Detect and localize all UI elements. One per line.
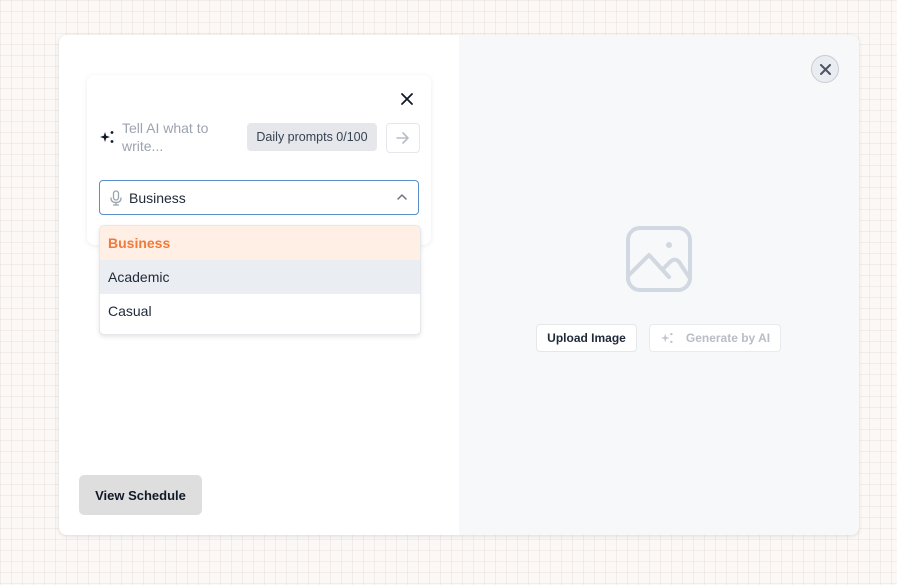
view-schedule-label: View Schedule bbox=[95, 487, 186, 503]
image-panel: Upload Image Generate by AI bbox=[459, 35, 859, 535]
prompt-input[interactable]: Tell AI what to write... bbox=[122, 119, 232, 155]
chevron-up-icon bbox=[397, 194, 407, 200]
view-schedule-button[interactable]: View Schedule bbox=[79, 475, 202, 515]
ai-writer-card: Tell AI what to write... Daily prompts 0… bbox=[87, 75, 431, 245]
tone-dropdown-menu: Business Academic Casual bbox=[99, 225, 421, 335]
image-placeholder-icon bbox=[626, 226, 692, 292]
close-icon[interactable] bbox=[399, 91, 415, 107]
tone-select[interactable]: Business bbox=[99, 180, 419, 215]
generate-by-ai-button: Generate by AI bbox=[649, 324, 781, 352]
modal-close-button[interactable] bbox=[811, 55, 839, 83]
generate-by-ai-label: Generate by AI bbox=[685, 331, 771, 345]
upload-image-button[interactable]: Upload Image bbox=[536, 324, 637, 352]
upload-image-label: Upload Image bbox=[547, 331, 626, 345]
modal-dialog: Upload Image Generate by AI Tell AI what… bbox=[59, 35, 859, 535]
microphone-icon bbox=[110, 189, 122, 206]
daily-prompts-badge: Daily prompts 0/100 bbox=[247, 123, 377, 151]
close-icon bbox=[819, 63, 831, 75]
arrow-right-icon bbox=[396, 132, 409, 144]
sparkle-icon bbox=[660, 332, 673, 344]
tone-option-academic[interactable]: Academic bbox=[100, 260, 420, 294]
tone-option-casual[interactable]: Casual bbox=[100, 294, 420, 328]
tone-select-value: Business bbox=[129, 189, 186, 206]
send-prompt-button[interactable] bbox=[386, 123, 420, 153]
tone-option-business[interactable]: Business bbox=[100, 226, 420, 260]
sparkle-icon bbox=[100, 131, 114, 143]
